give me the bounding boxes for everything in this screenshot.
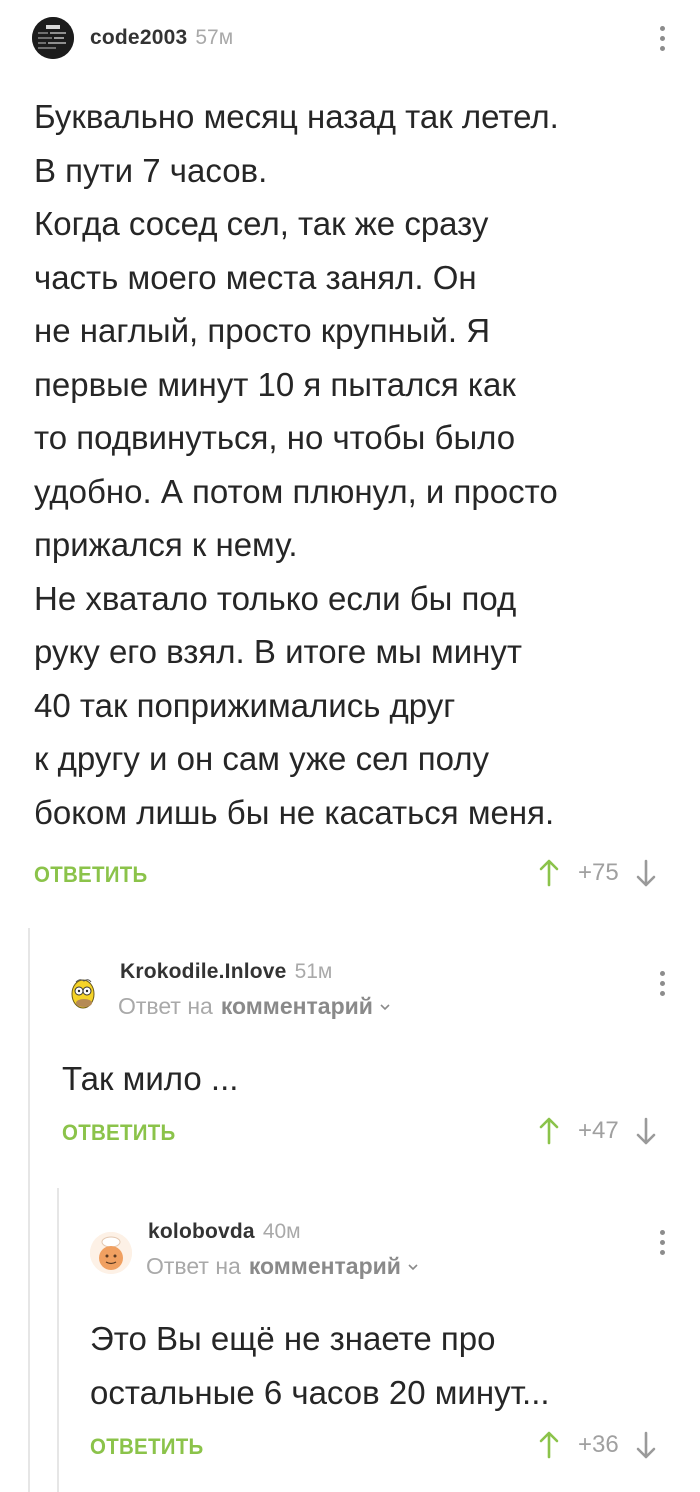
reply-to-link[interactable]: Ответ на комментарий bbox=[146, 1253, 419, 1280]
chevron-down-icon bbox=[380, 1003, 390, 1010]
author-name[interactable]: code2003 bbox=[90, 26, 187, 50]
comment-text: Это Вы ещё не знаете про остальные 6 час… bbox=[90, 1320, 550, 1411]
reply-button[interactable]: ОТВЕТИТЬ bbox=[90, 1434, 203, 1460]
upvote-arrow-icon[interactable] bbox=[538, 858, 560, 888]
avatar[interactable] bbox=[32, 17, 74, 59]
vote-controls: +75 bbox=[538, 858, 657, 888]
comment-header: code2003 57м bbox=[32, 17, 233, 59]
reply-button[interactable]: ОТВЕТИТЬ bbox=[34, 862, 147, 888]
reply-button[interactable]: ОТВЕТИТЬ bbox=[62, 1120, 175, 1146]
reply-to-target[interactable]: комментарий bbox=[249, 1253, 401, 1280]
downvote-arrow-icon[interactable] bbox=[635, 858, 657, 888]
comment-time: 51м bbox=[294, 960, 333, 983]
reply-to-prefix: Ответ на bbox=[118, 993, 213, 1019]
rating-value: +36 bbox=[578, 1431, 619, 1458]
reply-to-link[interactable]: Ответ на комментарий bbox=[118, 993, 391, 1020]
thread-line bbox=[28, 928, 30, 1492]
more-options-icon[interactable] bbox=[652, 1224, 672, 1260]
rating-value: +47 bbox=[578, 1117, 619, 1144]
avatar[interactable] bbox=[62, 972, 104, 1014]
avatar[interactable] bbox=[90, 1232, 132, 1274]
thread-line bbox=[57, 1188, 59, 1492]
author-name[interactable]: Krokodile.Inlove bbox=[120, 960, 287, 984]
author-name[interactable]: kolobovda bbox=[148, 1220, 255, 1244]
comment-text: Буквально месяц назад так летел. В пути … bbox=[34, 98, 559, 831]
downvote-arrow-icon[interactable] bbox=[635, 1116, 657, 1146]
kolobok-avatar-icon bbox=[90, 1232, 132, 1274]
vote-controls: +47 bbox=[538, 1116, 657, 1146]
more-options-icon[interactable] bbox=[652, 965, 672, 1001]
reply-to-prefix: Ответ на bbox=[146, 1253, 241, 1279]
comment-time: 57м bbox=[195, 26, 234, 49]
rating-value: +75 bbox=[578, 859, 619, 886]
chevron-down-icon bbox=[408, 1263, 418, 1270]
homer-avatar-icon bbox=[62, 972, 104, 1014]
comment-text: Так мило ... bbox=[62, 1060, 239, 1097]
upvote-arrow-icon[interactable] bbox=[538, 1430, 560, 1460]
vote-controls: +36 bbox=[538, 1430, 657, 1460]
downvote-arrow-icon[interactable] bbox=[635, 1430, 657, 1460]
code-avatar-icon bbox=[32, 17, 74, 59]
comment-time: 40м bbox=[262, 1220, 301, 1243]
reply-to-target[interactable]: комментарий bbox=[221, 993, 373, 1020]
upvote-arrow-icon[interactable] bbox=[538, 1116, 560, 1146]
more-options-icon[interactable] bbox=[652, 20, 672, 56]
